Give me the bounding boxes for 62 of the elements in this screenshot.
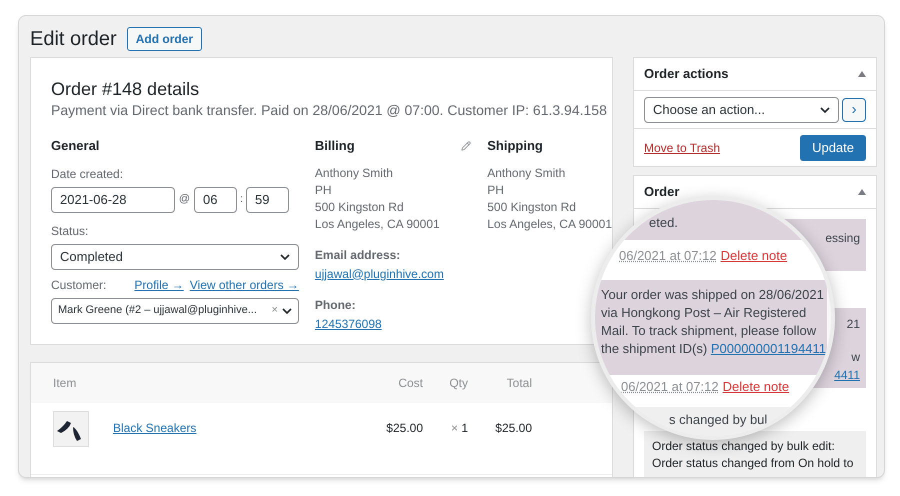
qty-cell-text: × 1 (450, 420, 468, 437)
shipment-link[interactable]: 4411 (834, 367, 860, 384)
chevron-down-icon (282, 308, 292, 314)
update-button[interactable]: Update (800, 134, 866, 160)
note-text: w (851, 349, 860, 366)
field-label: Email address: (314, 246, 402, 264)
note-text: 21 (846, 316, 860, 333)
move-to-trash-link[interactable]: Move to Trash (644, 138, 720, 156)
field-label: Customer: (51, 276, 106, 294)
phone-link[interactable]: 1245376098 (314, 314, 472, 332)
hour-field[interactable]: 06 (194, 186, 237, 212)
minute-field[interactable]: 59 (246, 186, 289, 212)
order-note: Your order was shipped on 28/06/2021 via Hongkong Post – Air Registered Mail. To track shipment, please follow the shipment ID(s) P000000001194411 (595, 280, 827, 375)
payment-info: Payment via Direct bank transfer. Paid on 28/06/2021 @ 07:00. Customer IP: 61.3.94.158 (51, 101, 608, 120)
field-label: Phone: (314, 296, 357, 314)
order-note: Order status changed by bulk edit: Order status changed from On hold to (644, 431, 866, 477)
field-label: Date created: (51, 166, 124, 182)
section-heading: Shipping (487, 137, 544, 155)
delete-note-link[interactable]: Delete note (722, 378, 790, 407)
address-line: PH (487, 182, 505, 198)
chevron-down-icon (820, 106, 830, 112)
section-heading: Billing (314, 137, 355, 155)
panel-title: Order actions (644, 65, 729, 84)
address-line: Anthony Smith (314, 164, 394, 182)
status-select[interactable]: Completed (51, 244, 299, 270)
note-date: 06/2021 at 07:12 (621, 378, 719, 396)
email-link[interactable]: ujjawal@pluginhive.com (314, 264, 472, 282)
section-heading: General (51, 137, 100, 155)
collapse-icon[interactable] (858, 71, 866, 77)
total-cell-text: $25.00 (494, 420, 532, 437)
at-sign: @ (178, 192, 192, 208)
shipment-link[interactable]: P000000001194411 (710, 341, 826, 356)
address-line: Los Angeles, CA 90001 (314, 216, 441, 232)
product-link[interactable]: Black Sneakers (113, 419, 333, 437)
column-header: Item (53, 375, 78, 392)
panel-title: Order (644, 183, 680, 202)
column-header: Cost (397, 375, 423, 392)
chevron-down-icon (280, 254, 290, 260)
date-field[interactable]: 2021-06-28 (51, 186, 175, 212)
apply-button[interactable]: › (842, 98, 866, 122)
page-title: Edit order (30, 27, 117, 52)
customer-select[interactable]: Mark Greene (#2 – ujjawal@pluginhive... × (51, 298, 299, 324)
column-header: Qty (448, 375, 468, 392)
action-select[interactable]: Choose an action... (644, 96, 840, 122)
collapse-icon[interactable] (858, 189, 866, 195)
cost-cell-text: $25.00 (385, 420, 423, 437)
customer-link[interactable]: Profile → (134, 276, 184, 294)
column-header: Total (506, 375, 532, 392)
address-line: Anthony Smith (487, 164, 566, 182)
pencil-icon[interactable] (461, 140, 472, 151)
clear-button[interactable]: × (271, 302, 278, 319)
colon: : (238, 192, 244, 208)
order-title: Order #148 details (51, 78, 200, 100)
address-line: PH (314, 182, 333, 198)
sneakers-icon (53, 411, 89, 447)
address-line: 500 Kingston Rd (487, 198, 577, 216)
field-label: Status: (51, 222, 90, 240)
add-order-button[interactable]: Add order (126, 27, 202, 51)
note-date: 06/2021 at 07:12 (619, 247, 717, 265)
address-line: 500 Kingston Rd (314, 198, 405, 216)
customer-link[interactable]: View other orders → (190, 276, 299, 294)
delete-note-link[interactable]: Delete note (720, 247, 788, 280)
